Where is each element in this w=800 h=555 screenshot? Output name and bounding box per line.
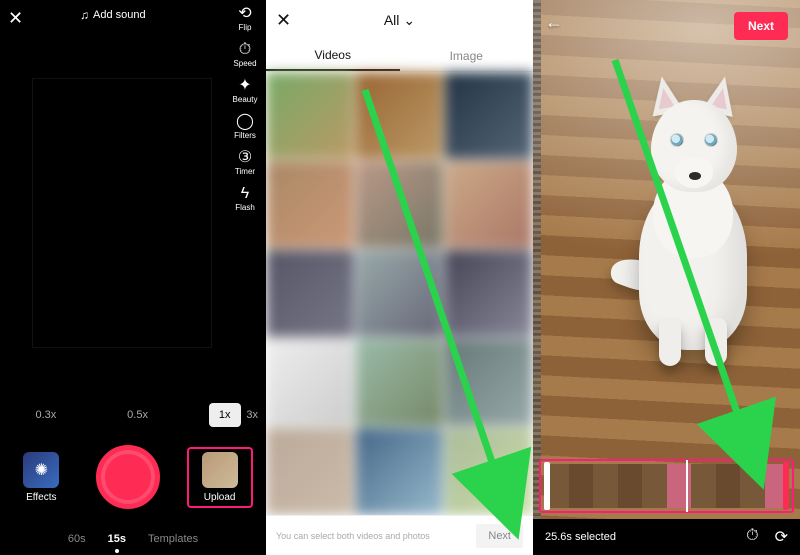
filters-icon: ◯ bbox=[228, 114, 262, 130]
media-thumb[interactable] bbox=[445, 72, 533, 159]
media-thumb[interactable] bbox=[356, 72, 444, 159]
media-thumb[interactable] bbox=[445, 428, 533, 515]
close-icon[interactable]: ✕ bbox=[276, 10, 291, 31]
rotate-icon[interactable]: ⟳ bbox=[775, 527, 788, 547]
speed-icon[interactable]: ⏱ bbox=[746, 527, 758, 547]
upload-highlight: Upload bbox=[187, 447, 253, 508]
zoom-0-3x[interactable]: 0.3x bbox=[25, 403, 66, 427]
zoom-row: 0.3x 0.5x 1x 3x bbox=[0, 403, 266, 427]
filters-button[interactable]: ◯Filters bbox=[228, 114, 262, 140]
music-note-icon: ♫ bbox=[80, 8, 89, 22]
trim-timeline[interactable] bbox=[544, 464, 789, 508]
upload-button[interactable]: Upload bbox=[192, 452, 248, 503]
media-thumb[interactable] bbox=[266, 72, 354, 159]
trim-bottom-bar: 25.6s selected ⏱ ⟳ bbox=[533, 519, 800, 555]
media-thumb[interactable] bbox=[445, 250, 533, 337]
timer-button[interactable]: ③Timer bbox=[228, 150, 262, 176]
media-thumb[interactable] bbox=[356, 428, 444, 515]
media-thumb[interactable] bbox=[266, 161, 354, 248]
beauty-icon: ✦ bbox=[228, 78, 262, 94]
chevron-down-icon: ⌄ bbox=[403, 12, 415, 29]
trim-bar-icons: ⏱ ⟳ bbox=[746, 527, 788, 547]
preview-subject bbox=[593, 60, 783, 360]
trim-screen: ← Next 25.6s selected ⏱ bbox=[533, 0, 800, 555]
next-button[interactable]: Next bbox=[476, 524, 523, 548]
close-icon[interactable]: ✕ bbox=[8, 8, 23, 29]
timeline-frame[interactable] bbox=[716, 464, 741, 508]
camera-mode-row: 60s 15s Templates bbox=[0, 533, 266, 545]
mode-templates[interactable]: Templates bbox=[148, 533, 198, 545]
camera-tools: ⟲Flip ⏱Speed ✦Beauty ◯Filters ③Timer ϟFl… bbox=[228, 6, 262, 212]
selected-duration: 25.6s selected bbox=[545, 531, 616, 543]
effects-button[interactable]: ✺ Effects bbox=[13, 452, 69, 503]
timeline-frame[interactable] bbox=[691, 464, 716, 508]
record-button[interactable] bbox=[96, 445, 160, 509]
timeline-highlight bbox=[539, 459, 794, 513]
camera-bottom-row: ✺ Effects Upload bbox=[0, 445, 266, 509]
timeline-frame[interactable] bbox=[740, 464, 765, 508]
playhead[interactable] bbox=[686, 460, 688, 512]
add-sound-button[interactable]: ♫ Add sound bbox=[80, 8, 146, 22]
media-thumb[interactable] bbox=[266, 339, 354, 426]
mode-15s[interactable]: 15s bbox=[108, 533, 126, 545]
timeline-frame[interactable] bbox=[593, 464, 618, 508]
timeline-frame[interactable] bbox=[618, 464, 643, 508]
next-button[interactable]: Next bbox=[734, 12, 788, 40]
beauty-button[interactable]: ✦Beauty bbox=[228, 78, 262, 104]
gallery-header: ✕ All ⌄ bbox=[266, 0, 533, 40]
media-thumb[interactable] bbox=[356, 161, 444, 248]
zoom-3x[interactable]: 3x bbox=[236, 403, 266, 427]
gallery-hint: You can select both videos and photos bbox=[276, 531, 430, 541]
media-thumb[interactable] bbox=[356, 250, 444, 337]
camera-screen: ✕ ♫ Add sound ⟲Flip ⏱Speed ✦Beauty ◯Filt… bbox=[0, 0, 266, 555]
album-dropdown[interactable]: All ⌄ bbox=[384, 12, 415, 29]
gallery-footer: You can select both videos and photos Ne… bbox=[266, 515, 533, 555]
mode-60s[interactable]: 60s bbox=[68, 533, 86, 545]
tab-image[interactable]: Image bbox=[400, 40, 534, 71]
timer-icon: ③ bbox=[228, 150, 262, 166]
media-thumb[interactable] bbox=[445, 161, 533, 248]
flip-icon: ⟲ bbox=[228, 6, 262, 22]
zoom-0-5x[interactable]: 0.5x bbox=[117, 403, 158, 427]
flash-icon: ϟ bbox=[228, 186, 262, 202]
timeline-frame[interactable] bbox=[642, 464, 667, 508]
trim-handle-right[interactable] bbox=[783, 462, 789, 510]
trim-handle-left[interactable] bbox=[544, 462, 550, 510]
media-grid[interactable] bbox=[266, 72, 533, 515]
speed-icon: ⏱ bbox=[228, 42, 262, 58]
effects-icon: ✺ bbox=[23, 452, 59, 488]
media-thumb[interactable] bbox=[445, 339, 533, 426]
media-thumb[interactable] bbox=[356, 339, 444, 426]
tab-videos[interactable]: Videos bbox=[266, 40, 400, 71]
media-thumb[interactable] bbox=[266, 250, 354, 337]
add-sound-label: Add sound bbox=[93, 9, 146, 21]
speed-button[interactable]: ⏱Speed bbox=[228, 42, 262, 68]
back-icon[interactable]: ← bbox=[545, 12, 563, 33]
gallery-screen: ✕ All ⌄ Videos Image bbox=[266, 0, 533, 555]
flash-button[interactable]: ϟFlash bbox=[228, 186, 262, 212]
camera-viewport bbox=[32, 78, 212, 348]
upload-icon bbox=[202, 452, 238, 488]
media-thumb[interactable] bbox=[266, 428, 354, 515]
flip-button[interactable]: ⟲Flip bbox=[228, 6, 262, 32]
gallery-tabs: Videos Image bbox=[266, 40, 533, 72]
timeline-frame[interactable] bbox=[569, 464, 594, 508]
